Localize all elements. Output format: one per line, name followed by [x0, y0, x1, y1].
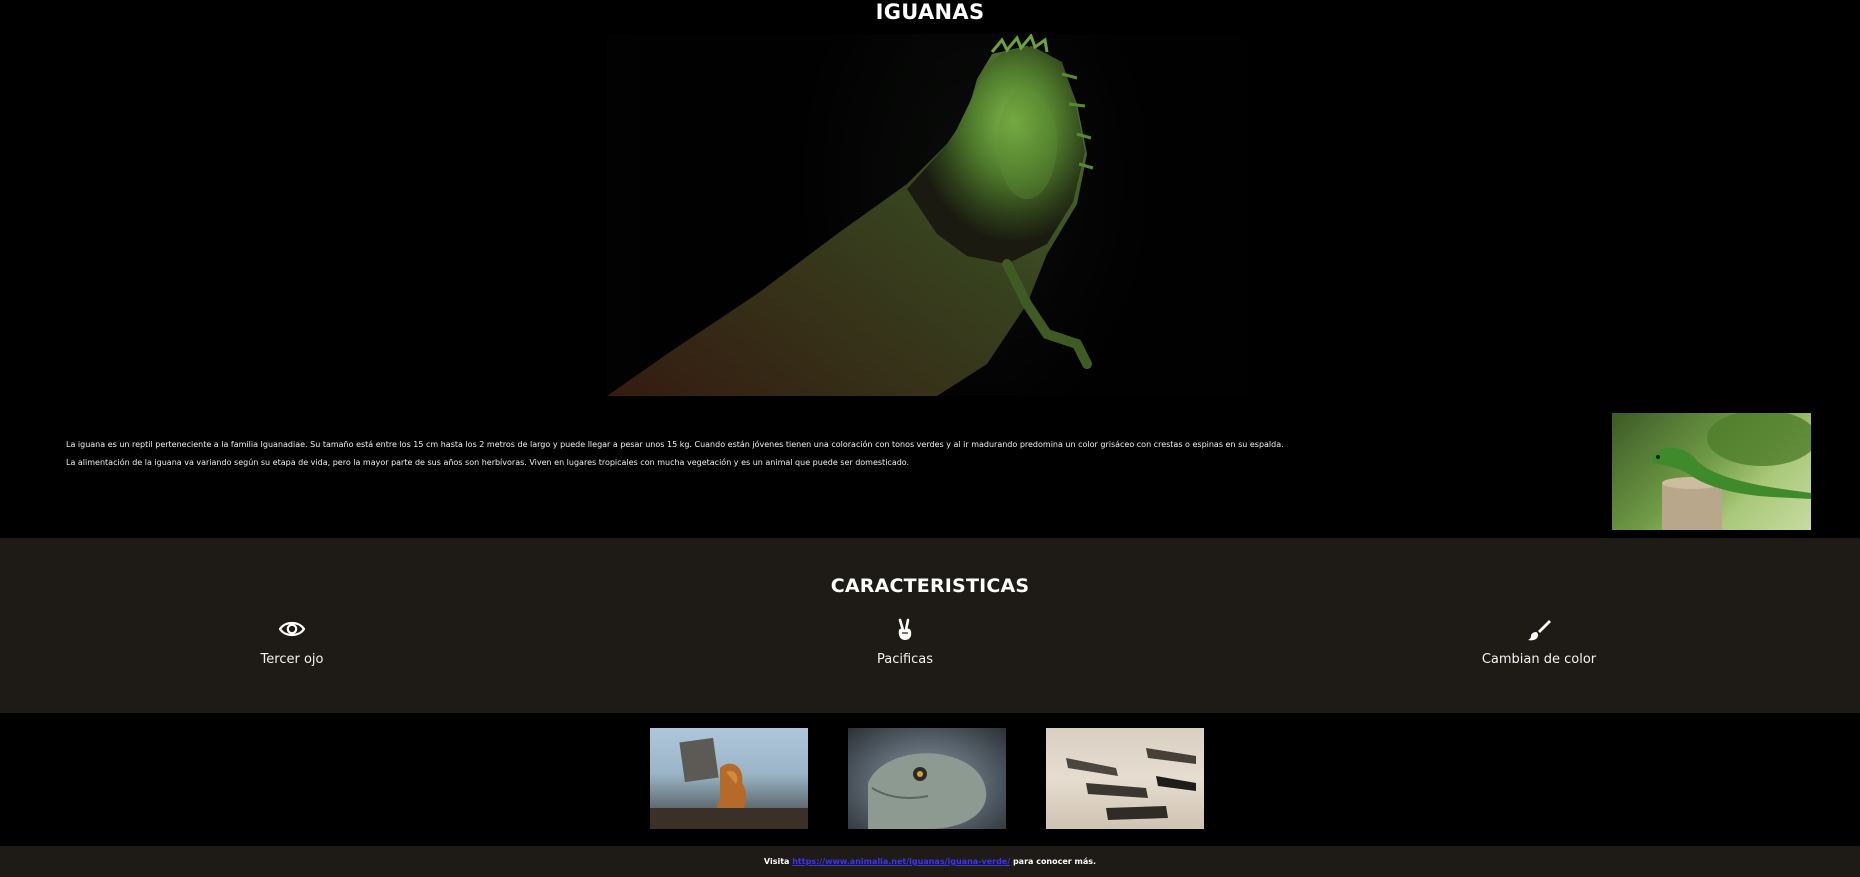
footer: Visita https://www.animalia.net/iguanas/… — [0, 846, 1860, 877]
gallery-photo-iguana-beach — [650, 728, 808, 829]
feature-tercer-ojo: Tercer ojo — [172, 618, 412, 667]
gallery-photo-iguana-face — [848, 728, 1006, 829]
intro-text: La iguana es un reptil perteneciente a l… — [66, 436, 1586, 472]
eye-icon — [172, 618, 412, 642]
hero-iguana-image — [607, 34, 1247, 396]
intro-paragraph-2: La alimentación de la iguana va variando… — [66, 458, 910, 467]
paintbrush-icon — [1419, 618, 1659, 642]
intro-paragraph-1: La iguana es un reptil perteneciente a l… — [66, 440, 1284, 449]
feature-pacificas: Pacificas — [785, 618, 1025, 667]
green-iguana-photo — [1612, 413, 1811, 530]
page-title: IGUANAS — [875, 0, 985, 24]
feature-label: Tercer ojo — [260, 652, 324, 667]
peace-hand-icon — [785, 618, 1025, 642]
footer-suffix: para conocer más. — [1010, 857, 1097, 866]
intro-section: La iguana es un reptil perteneciente a l… — [0, 396, 1860, 538]
features-section: CARACTERISTICAS Tercer ojo Pacificas Cam… — [0, 538, 1860, 713]
feature-label: Pacificas — [876, 652, 934, 667]
features-title: CARACTERISTICAS — [830, 575, 1030, 597]
gallery-photo-marine-iguanas — [1046, 728, 1204, 829]
photo-gallery — [0, 713, 1860, 846]
feature-cambian-color: Cambian de color — [1419, 618, 1659, 667]
feature-label: Cambian de color — [1481, 652, 1597, 667]
footer-prefix: Visita — [763, 857, 793, 866]
animalia-link[interactable]: https://www.animalia.net/iguanas/iguana-… — [792, 857, 1010, 866]
